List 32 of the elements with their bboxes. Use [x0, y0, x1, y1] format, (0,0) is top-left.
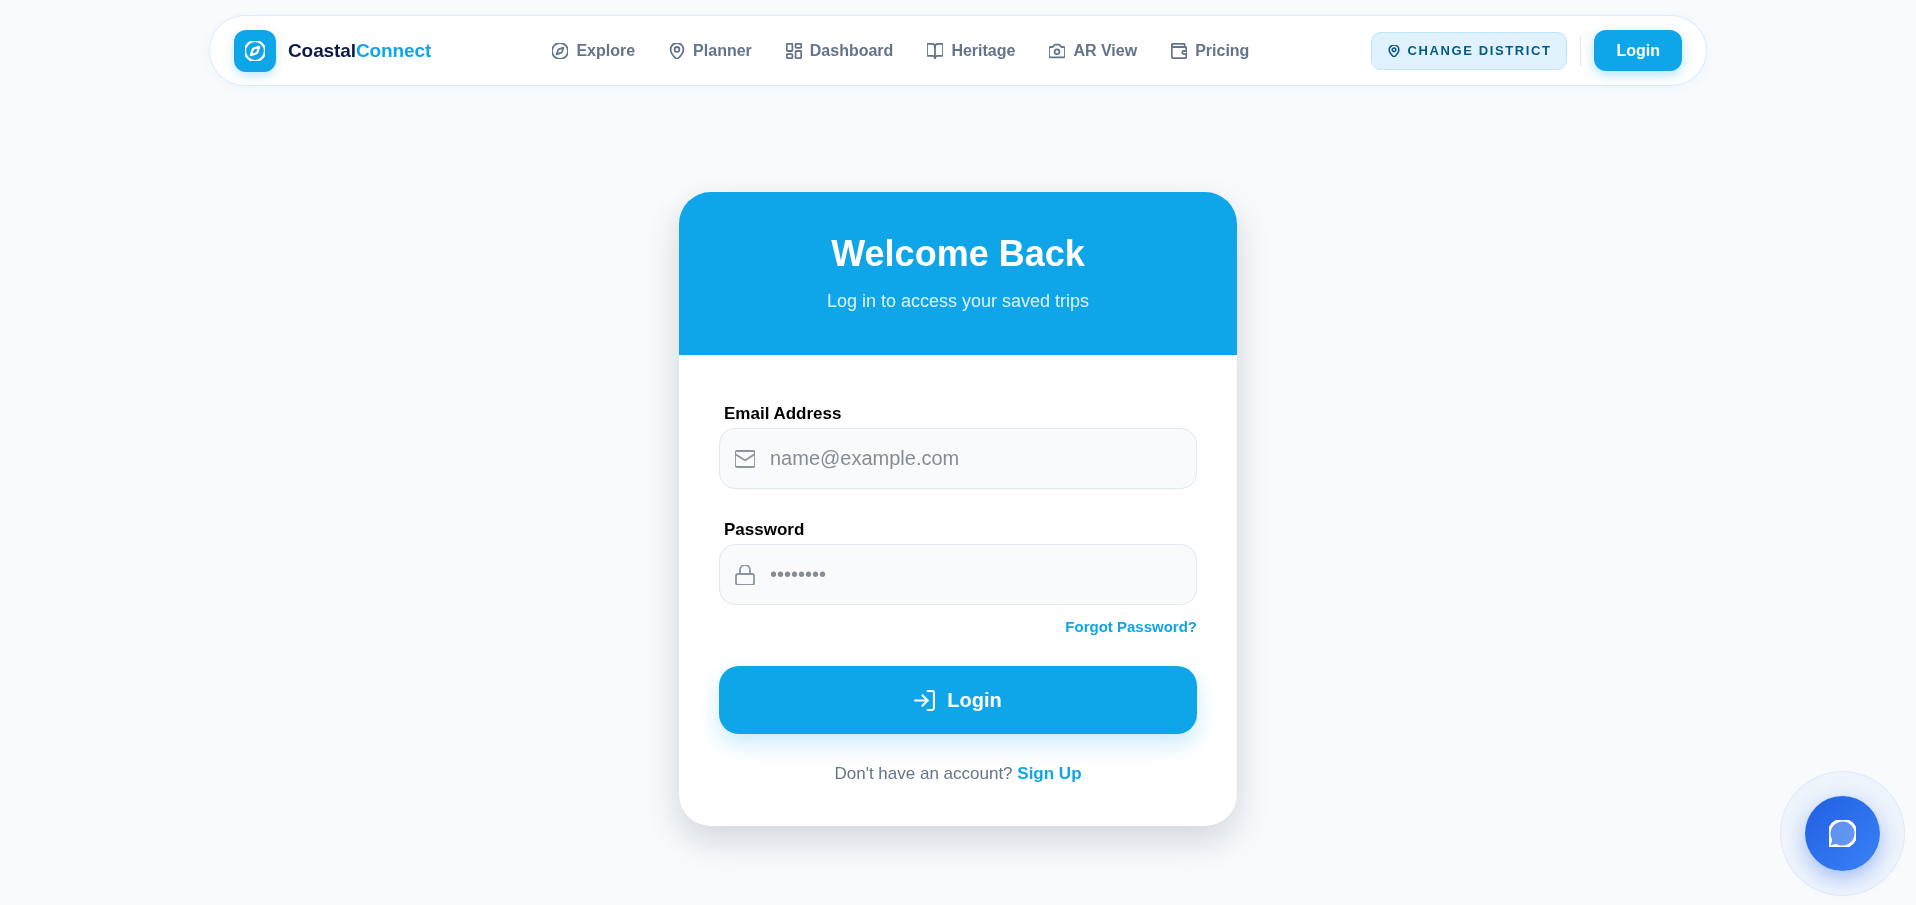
- chat-button[interactable]: [1805, 796, 1880, 871]
- camera-icon: [1049, 42, 1066, 59]
- login-submit-button[interactable]: Login: [719, 666, 1197, 734]
- nav-link[interactable]: Heritage: [927, 41, 1016, 60]
- dashboard-grid-icon: [785, 42, 802, 59]
- change-district-button[interactable]: CHANGE DISTRICT: [1370, 31, 1568, 70]
- nav-link[interactable]: Explore: [552, 41, 636, 60]
- brand-name: CoastalConnect: [288, 39, 432, 62]
- map-pin-icon: [669, 42, 686, 59]
- card-subtitle: Log in to access your saved trips: [825, 290, 1091, 313]
- nav-link[interactable]: AR View: [1049, 41, 1138, 60]
- chat-bubble-icon: [1829, 820, 1856, 847]
- nav-link[interactable]: Pricing: [1171, 41, 1250, 60]
- login-button[interactable]: Login: [1594, 30, 1682, 71]
- map-pin-icon: [1387, 44, 1400, 57]
- field-label: Email Address: [723, 404, 842, 424]
- open-book-icon: [927, 42, 944, 59]
- email-field[interactable]: name@example.com: [719, 428, 1197, 489]
- signup-prompt: Don't have an account? Sign Up: [833, 763, 1083, 785]
- compass-logo-icon: [234, 29, 276, 72]
- password-field[interactable]: ••••••••: [719, 544, 1197, 605]
- field-label: Password: [723, 520, 805, 540]
- mail-icon: [735, 448, 755, 469]
- wallet-icon: [1171, 42, 1188, 59]
- compass-icon: [552, 42, 569, 59]
- forgot-password-link[interactable]: Forgot Password?: [1065, 618, 1197, 636]
- card-title: Welcome Back: [830, 232, 1086, 275]
- lock-icon: [735, 564, 755, 585]
- nav-link[interactable]: Planner: [669, 41, 752, 60]
- sign-up-link[interactable]: Sign Up: [1017, 764, 1082, 783]
- nav-link[interactable]: Dashboard: [785, 41, 894, 60]
- log-in-icon: [914, 689, 936, 711]
